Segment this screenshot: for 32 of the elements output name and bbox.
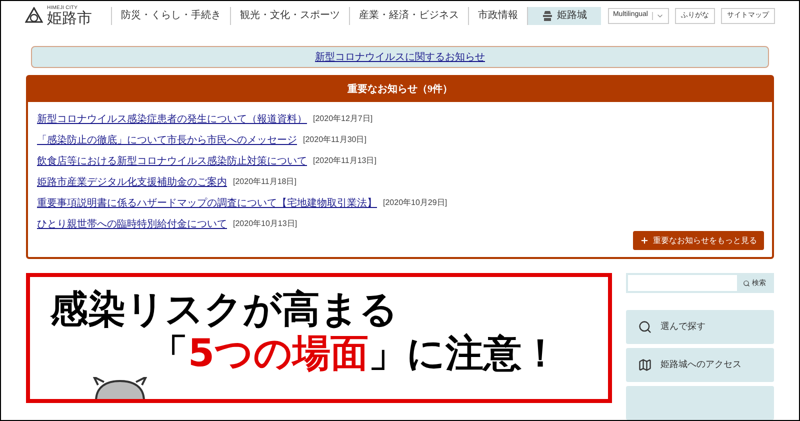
castle-icon [542,10,553,21]
notice-date: [2020年11月30日] [303,134,366,146]
notice-link[interactable]: 新型コロナウイルス感染症患者の発生について（報道資料） [37,112,307,126]
notices-title: 重要なお知らせ（9件） [348,82,452,97]
logo-name: 姫路市 [47,10,92,26]
notice-link[interactable]: 重要事項説明書に係るハザードマップの調査について【宅地建物取引業法】 [37,196,377,210]
nav-tab[interactable]: 観光・文化・スポーツ [230,6,349,25]
sidebar-link[interactable]: 姫路城へのアクセス [626,348,774,382]
notice-link[interactable]: 姫路市産業デジタル化支援補助金のご案内 [37,174,227,190]
notice-date: [2020年10月29日] [383,197,448,209]
notice-link[interactable]: 飲食店等における新型コロナウイルス感染防止対策について [37,154,307,168]
notice-link[interactable]: 「感染防止の徹底」について市長から市民へのメッセージ [37,132,297,148]
notice-date: [2020年12月7日] [313,113,373,125]
nav-tab[interactable]: 産業・経済・ビジネス [349,6,468,25]
mascot-drawing [90,377,150,399]
notice-date: [2020年11月18日] [233,176,296,188]
sidebar-link[interactable]: 選んで探す [626,310,774,344]
plus-icon [640,236,649,245]
map-icon [638,358,652,372]
nav-tab[interactable]: 姫路城 [527,6,601,25]
search-icon [743,280,750,286]
banner-headline: 感染リスクが高まる [50,287,399,331]
notice-date: [2020年10月13日] [233,218,298,230]
notice-date: [2020年11月13日] [313,155,376,167]
search-field[interactable] [628,275,737,291]
search-icon [638,320,652,334]
corona-link[interactable]: 新型コロナウイルスに関するお知らせ [315,50,485,65]
banner-subheadline: 「5つの場面」に注意！ [150,331,560,375]
more-notices-button[interactable]: 重要なお知らせをもっと見る [633,231,764,250]
city-emblem-icon [25,6,43,25]
notice-link[interactable]: ひとり親世帯への臨時特別給付金について [37,216,227,232]
nav-tab[interactable]: 防災・くらし・手続き [111,6,230,25]
